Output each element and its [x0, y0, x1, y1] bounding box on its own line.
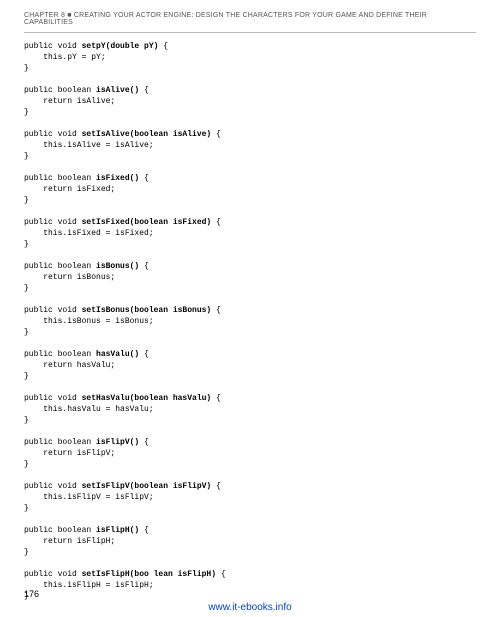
book-page: CHAPTER 8 ■ CREATING YOUR ACTOR ENGINE: … [0, 0, 500, 617]
code-line: this.isFixed = isFixed; [24, 229, 154, 238]
code-bold: setIsFlipV(boolean isFlipV) [82, 482, 212, 491]
code-line: return isFixed; [24, 185, 115, 194]
code-line: return isFlipV; [24, 449, 115, 458]
code-line: this.isFlipH = isFlipH; [24, 581, 154, 590]
code-line: { [139, 86, 149, 95]
code-line: public void [24, 482, 82, 491]
code-bold: isAlive() [96, 86, 139, 95]
code-line: this.isAlive = isAlive; [24, 141, 154, 150]
code-line: public void [24, 218, 82, 227]
code-line: return isBonus; [24, 273, 115, 282]
divider [24, 32, 476, 33]
code-line: public boolean [24, 262, 96, 271]
code-line: { [216, 570, 226, 579]
code-line: { [139, 262, 149, 271]
code-line: public void [24, 306, 82, 315]
code-bold: setIsBonus(boolean isBonus) [82, 306, 212, 315]
footer-link-anchor[interactable]: www.it-ebooks.info [208, 602, 291, 613]
code-line: this.isBonus = isBonus; [24, 317, 154, 326]
code-bold: isFlipV() [96, 438, 139, 447]
code-line: { [139, 526, 149, 535]
code-bold: setpY(double pY) [82, 42, 159, 51]
code-line: { [139, 438, 149, 447]
footer-link: www.it-ebooks.info [0, 602, 500, 613]
code-line: public boolean [24, 86, 96, 95]
code-bold: isBonus() [96, 262, 139, 271]
code-line: } [24, 64, 29, 73]
code-line: { [211, 306, 221, 315]
code-line: { [211, 482, 221, 491]
page-number: 176 [24, 589, 39, 599]
code-line: this.hasValu = hasValu; [24, 405, 154, 414]
code-line: return hasValu; [24, 361, 115, 370]
code-bold: setIsFixed(boolean isFixed) [82, 218, 212, 227]
code-line: return isAlive; [24, 97, 115, 106]
code-bold: hasValu() [96, 350, 139, 359]
chapter-header: CHAPTER 8 ■ CREATING YOUR ACTOR ENGINE: … [24, 12, 476, 26]
code-line: } [24, 372, 29, 381]
code-line: } [24, 328, 29, 337]
code-line: public void [24, 130, 82, 139]
code-block: public void setpY(double pY) { this.pY =… [24, 41, 476, 602]
code-line: { [158, 42, 168, 51]
code-line: { [211, 218, 221, 227]
code-line: return isFlipH; [24, 537, 115, 546]
code-line: { [139, 350, 149, 359]
code-line: public void [24, 570, 82, 579]
code-bold: setIsAlive(boolean isAlive) [82, 130, 212, 139]
code-line: } [24, 460, 29, 469]
code-bold: isFixed() [96, 174, 139, 183]
code-line: public void [24, 42, 82, 51]
code-line: } [24, 548, 29, 557]
code-line: { [211, 394, 221, 403]
code-line: } [24, 196, 29, 205]
chapter-prefix: CHAPTER 8 [24, 12, 67, 19]
code-line: public boolean [24, 350, 96, 359]
code-line: this.pY = pY; [24, 53, 106, 62]
code-line: { [139, 174, 149, 183]
code-line: } [24, 240, 29, 249]
code-bold: setHasValu(boolean hasValu) [82, 394, 212, 403]
code-line: { [211, 130, 221, 139]
code-line: } [24, 504, 29, 513]
code-line: public boolean [24, 438, 96, 447]
chapter-title: CREATING YOUR ACTOR ENGINE: DESIGN THE C… [24, 12, 427, 26]
code-line: } [24, 416, 29, 425]
code-line: public void [24, 394, 82, 403]
code-line: public boolean [24, 174, 96, 183]
code-line: this.isFlipV = isFlipV; [24, 493, 154, 502]
code-line: } [24, 108, 29, 117]
code-line: } [24, 152, 29, 161]
code-bold: isFlipH() [96, 526, 139, 535]
code-line: public boolean [24, 526, 96, 535]
code-line: } [24, 284, 29, 293]
code-bold: setIsFlipH(boo lean isFlipH) [82, 570, 216, 579]
